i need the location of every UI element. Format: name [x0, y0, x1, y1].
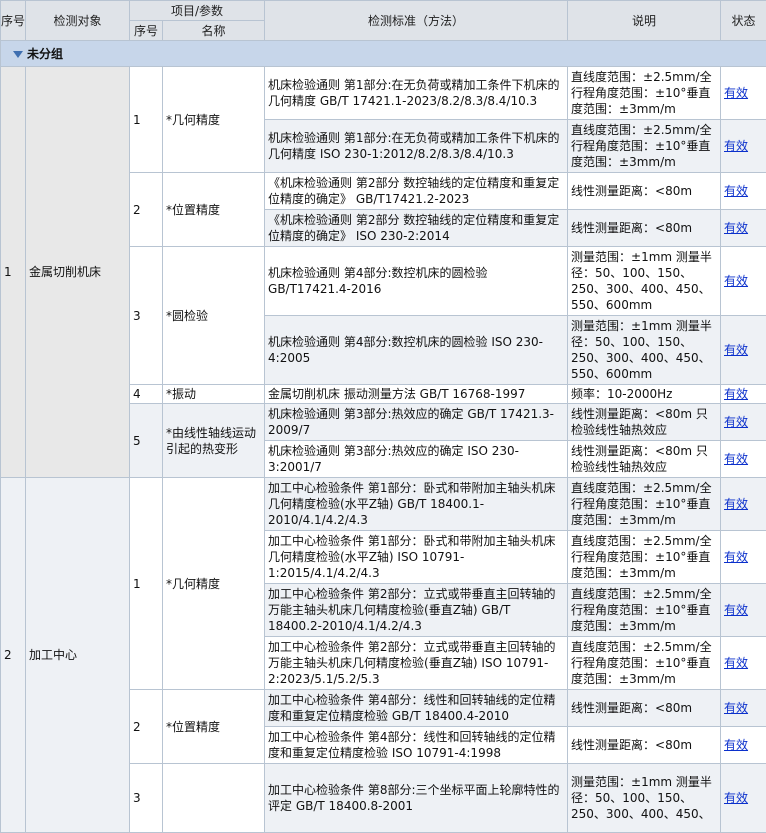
standard-cell: 加工中心检验条件 第4部分：线性和回转轴线的定位精度和重复定位精度检验 ISO … — [265, 727, 568, 764]
note-cell: 直线度范围：±2.5mm/全行程角度范围：±10°垂直度范围：±3mm/m — [568, 584, 721, 637]
status-link[interactable]: 有效 — [724, 656, 748, 670]
standard-cell: 机床检验通则 第4部分:数控机床的圆检验 ISO 230-4:2005 — [265, 316, 568, 385]
object-seq: 2 — [1, 478, 26, 833]
note-cell: 线性测量距离：<80m 只检验线性轴热效应 — [568, 404, 721, 441]
standards-table: 序号 检测对象 项目/参数 检测标准（方法） 说明 状态 序号 名称 未分组 1… — [0, 0, 766, 833]
status-link[interactable]: 有效 — [724, 701, 748, 715]
col-standard: 检测标准（方法） — [265, 1, 568, 41]
status-link[interactable]: 有效 — [724, 791, 748, 805]
collapse-triangle-icon[interactable] — [13, 51, 23, 58]
item-name: *位置精度 — [163, 173, 265, 247]
note-cell: 直线度范围：±2.5mm/全行程角度范围：±10°垂直度范围：±3mm/m — [568, 478, 721, 531]
status-link[interactable]: 有效 — [724, 603, 748, 617]
item-name: *圆检验 — [163, 247, 265, 385]
group-row[interactable]: 未分组 — [1, 41, 766, 67]
group-label: 未分组 — [27, 47, 63, 61]
note-cell: 频率：10-2000Hz — [568, 385, 721, 404]
item-seq: 5 — [130, 404, 163, 478]
standard-cell: 机床检验通则 第4部分:数控机床的圆检验 GB/T17421.4-2016 — [265, 247, 568, 316]
note-cell: 线性测量距离：<80m — [568, 210, 721, 247]
status-link[interactable]: 有效 — [724, 415, 748, 429]
note-cell: 线性测量距离：<80m — [568, 727, 721, 764]
standard-cell: 加工中心检验条件 第8部分:三个坐标平面上轮廓特性的评定 GB/T 18400.… — [265, 764, 568, 833]
item-name: *几何精度 — [163, 67, 265, 173]
standard-cell: 加工中心检验条件 第4部分：线性和回转轴线的定位精度和重复定位精度检验 GB/T… — [265, 690, 568, 727]
item-seq: 1 — [130, 478, 163, 690]
standard-cell: 《机床检验通则 第2部分 数控轴线的定位精度和重复定位精度的确定》 ISO 23… — [265, 210, 568, 247]
status-link[interactable]: 有效 — [724, 274, 748, 288]
item-seq: 3 — [130, 764, 163, 833]
item-name: *由线性轴线运动引起的热变形 — [163, 404, 265, 478]
standard-cell: 机床检验通则 第3部分:热效应的确定 GB/T 17421.3-2009/7 — [265, 404, 568, 441]
standard-cell: 机床检验通则 第3部分:热效应的确定 ISO 230-3:2001/7 — [265, 441, 568, 478]
table-row: 1 金属切削机床 1 *几何精度 机床检验通则 第1部分:在无负荷或精加工条件下… — [1, 67, 766, 120]
note-cell: 测量范围：±1mm 测量半径：50、100、150、250、300、400、45… — [568, 316, 721, 385]
col-seq: 序号 — [1, 1, 26, 41]
status-link[interactable]: 有效 — [724, 221, 748, 235]
standard-cell: 加工中心检验条件 第2部分：立式或带垂直主回转轴的万能主轴头机床几何精度检验(垂… — [265, 584, 568, 637]
item-seq: 4 — [130, 385, 163, 404]
table-row: 2 加工中心 1 *几何精度 加工中心检验条件 第1部分：卧式和带附加主轴头机床… — [1, 478, 766, 531]
standard-cell: 金属切削机床 振动测量方法 GB/T 16768-1997 — [265, 385, 568, 404]
col-item-seq: 序号 — [130, 21, 163, 41]
note-cell: 线性测量距离：<80m 只检验线性轴热效应 — [568, 441, 721, 478]
status-link[interactable]: 有效 — [724, 497, 748, 511]
status-link[interactable]: 有效 — [724, 452, 748, 466]
standard-cell: 加工中心检验条件 第2部分：立式或带垂直主回转轴的万能主轴头机床几何精度检验(垂… — [265, 637, 568, 690]
object-name: 加工中心 — [26, 478, 130, 833]
status-link[interactable]: 有效 — [724, 139, 748, 153]
standard-cell: 加工中心检验条件 第1部分：卧式和带附加主轴头机床几何精度检验(水平Z轴) IS… — [265, 531, 568, 584]
item-name: *位置精度 — [163, 690, 265, 764]
item-name — [163, 764, 265, 833]
col-item-name: 名称 — [163, 21, 265, 41]
status-link[interactable]: 有效 — [724, 738, 748, 752]
item-name: *振动 — [163, 385, 265, 404]
status-link[interactable]: 有效 — [724, 550, 748, 564]
object-seq: 1 — [1, 67, 26, 478]
col-status: 状态 — [721, 1, 766, 41]
note-cell: 线性测量距离：<80m — [568, 690, 721, 727]
note-cell: 测量范围：±1mm 测量半径：50、100、150、250、300、400、45… — [568, 247, 721, 316]
object-name: 金属切削机床 — [26, 67, 130, 478]
item-seq: 2 — [130, 173, 163, 247]
note-cell: 线性测量距离：<80m — [568, 173, 721, 210]
note-cell: 测量范围：±1mm 测量半径：50、100、150、250、300、400、45… — [568, 764, 721, 833]
item-seq: 2 — [130, 690, 163, 764]
col-note: 说明 — [568, 1, 721, 41]
standard-cell: 《机床检验通则 第2部分 数控轴线的定位精度和重复定位精度的确定》 GB/T17… — [265, 173, 568, 210]
note-cell: 直线度范围：±2.5mm/全行程角度范围：±10°垂直度范围：±3mm/m — [568, 67, 721, 120]
standard-cell: 机床检验通则 第1部分:在无负荷或精加工条件下机床的几何精度 GB/T 1742… — [265, 67, 568, 120]
status-link[interactable]: 有效 — [724, 387, 748, 401]
standard-cell: 加工中心检验条件 第1部分：卧式和带附加主轴头机床几何精度检验(水平Z轴) GB… — [265, 478, 568, 531]
standard-cell: 机床检验通则 第1部分:在无负荷或精加工条件下机床的几何精度 ISO 230-1… — [265, 120, 568, 173]
item-seq: 3 — [130, 247, 163, 385]
note-cell: 直线度范围：±2.5mm/全行程角度范围：±10°垂直度范围：±3mm/m — [568, 120, 721, 173]
note-cell: 直线度范围：±2.5mm/全行程角度范围：±10°垂直度范围：±3mm/m — [568, 531, 721, 584]
item-name: *几何精度 — [163, 478, 265, 690]
item-seq: 1 — [130, 67, 163, 173]
status-link[interactable]: 有效 — [724, 343, 748, 357]
col-item-param: 项目/参数 — [130, 1, 265, 21]
status-link[interactable]: 有效 — [724, 86, 748, 100]
status-link[interactable]: 有效 — [724, 184, 748, 198]
note-cell: 直线度范围：±2.5mm/全行程角度范围：±10°垂直度范围：±3mm/m — [568, 637, 721, 690]
col-object: 检测对象 — [26, 1, 130, 41]
